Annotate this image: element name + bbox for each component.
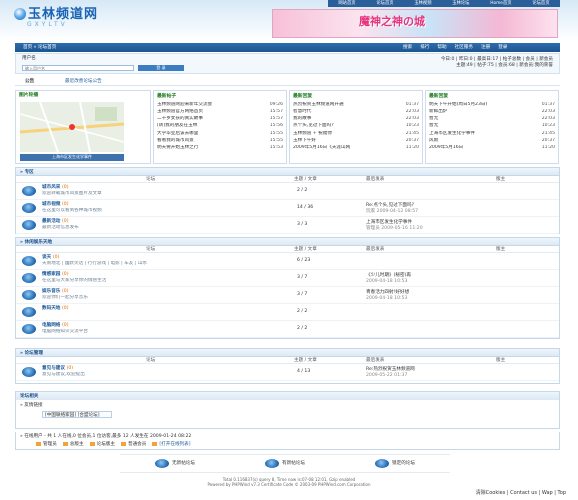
topnav-item[interactable]: 论坛首页 [532,1,549,6]
list-item[interactable]: 看看我的城市风景 15:55 [157,138,283,145]
forum-row: 城市风采 (0) 欢迎转载城市风景图片及文章 2 / 2 [16,183,559,200]
list-item[interactable]: 大学毕业后该去哪里 15:55 [157,131,283,138]
list-item[interactable]: 明天下午开始(周日5月23日) 01:37 [429,102,555,109]
map-image[interactable] [20,102,124,152]
links-section: 论坛相关 » 友情链接 [中国联络家园] [合盟论坛] [15,391,560,429]
nav-rank[interactable]: 排行 [420,45,429,51]
notice-bar: 公告 最近改善论坛公告 [15,76,560,86]
nav-login[interactable]: 登录 [498,45,507,51]
list-item[interactable]: 热烈祝贺玉林频道网开通 01:37 [293,102,419,109]
login-bar: 用户名 登 录 今日:0 | 昨日:0 | 最高日:17 | 帖子总数 | 会员… [15,53,560,74]
list-item[interactable]: 玉林下午好 20:37 [293,138,419,145]
username-input[interactable] [22,65,134,71]
list-item[interactable]: 上海市区发生化学事件 21:45 [429,131,555,138]
forum-row: 意见与建议 (0) 意见与建议,欢迎提出 4 / 13 Re:热烈祝贺玉林频道网 200… [16,364,559,381]
forum-row: 娱乐音乐 (0) 欢迎你们一起分享音乐 3 / 7 青春活力四射!好好想 2009-04… [16,287,559,304]
list-item[interactable]: [转]我的朋友在玉林 15:56 [157,123,283,130]
topnav-item[interactable]: 玉林视频 [414,1,431,6]
list-item[interactable]: 明天要开始玉林之行 15:53 [157,145,283,152]
list-item[interactable]: 2009年5月16日 11:20 [429,145,555,152]
topnav-item[interactable]: Home首页 [490,1,511,6]
nav-service[interactable]: 社区服务 [455,45,473,51]
list-item[interactable]: 暂无 10:23 [429,123,555,130]
forum-section-leisure: » 休闲娱乐天地 论坛 主题 / 文章 最后发表 版主 谈天 (0) 天南地北 | 幽默… [15,237,560,339]
top-nav: 网站首页 论坛首页 玉林视频 玉林论坛 Home首页 论坛首页 [328,0,560,7]
topnav-item[interactable]: 网站首页 [338,1,355,6]
forum-row: 电脑网络 (0) 电脑网络知识交流平台 2 / 2 [16,321,559,338]
forum-icon [22,307,36,317]
friend-links[interactable]: [中国联络家园] [合盟论坛] [42,411,112,418]
list-item[interactable]: 智慧时代 22:03 [293,109,419,116]
forum-icon [22,256,36,266]
latest-topics: 最新帖子 玉林频道网迎来新年交流会 09:26 玉林频道官方网络首页 15:57 二… [153,90,287,164]
forum-row: 城市视频 (0) 在这里可以看到各种城市视频 14 / 36 Re:点个头,见过下面吗… [16,200,559,217]
copyright: Total 0.116837(s) query 8, Time now is:0… [207,477,371,488]
user-legend: 管理员 总版主 论坛版主 普通会员 [打开在线列表] [36,442,191,448]
main-nav: 首页 » 论坛首页 搜索 排行 帮助 社区服务 注册 登录 [15,43,560,52]
username-label: 用户名 [22,56,36,61]
globe-icon [14,8,26,20]
forum-icon [22,203,36,213]
new-posts-icon [265,459,279,468]
nav-search[interactable]: 搜索 [403,45,412,51]
forum-icon [22,220,36,230]
latest-replies: 最新回复 热烈祝贺玉林频道网开通 01:37 智慧时代 22:03 我的故事 22:0… [289,90,423,164]
hot-topics: 最新回复 明天下午开始(周日5月23日) 01:37 新鲜出炉 22:03 暂无 22… [425,90,559,164]
bottom-links[interactable]: 清除Cookies | Contact us | Wap | Top [476,490,566,496]
online-users: » 在线用户 - 共 1 人在线,0 位会员,1 位访客,最多 12 人发生在 … [15,432,560,450]
list-item[interactable]: 风雨 20:37 [429,138,555,145]
login-button[interactable]: 登 录 [138,65,184,71]
forum-stats: 今日:0 | 昨日:0 | 最高日:17 | 帖子总数 | 会员 | 新会员 主题… [440,57,553,69]
forum-section-admin: » 论坛管理 论坛 主题 / 文章 最后发表 版主 意见与建议 (0) 意见与建议,欢迎… [15,348,560,384]
forum-row: 最新活动 (0) 最新活动信息发布 3 / 3 上海市区发生化学事件 管理员 2009-… [16,217,559,234]
list-item[interactable]: 点个头,见过下面吗? 10:23 [293,123,419,130]
list-item[interactable]: 暂无 22:03 [429,116,555,123]
topnav-item[interactable]: 玉林论坛 [452,1,469,6]
list-item[interactable]: 二十岁女孩的真实故事 15:57 [157,116,283,123]
no-new-posts-icon [155,459,169,468]
forum-legend: 无新帖论坛 有新帖论坛 锁定的论坛 [120,454,450,473]
forum-icon [22,186,36,196]
list-item[interactable]: 玉林频道网迎来新年交流会 09:26 [157,102,283,109]
map-caption: 上海市区发生化学事件 [20,154,124,161]
forum-icon [22,324,36,334]
topnav-item[interactable]: 论坛首页 [376,1,393,6]
nav-help[interactable]: 帮助 [437,45,446,51]
picture-box: 图片轮播 上海市区发生化学事件 [15,90,151,164]
notice-link[interactable]: 最近改善论坛公告 [65,79,102,85]
forum-row: 谈天 (0) 天南地北 | 幽默笑话 | 行行游戏 | 电影 | 车友 | 山水 6… [16,253,559,270]
list-item[interactable]: 玉林频道官方网络首页 15:57 [157,109,283,116]
nav-register[interactable]: 注册 [481,45,490,51]
forum-icon [22,367,36,377]
forum-icon [22,273,36,283]
list-item[interactable]: 玉林频道 + 祝福你 21:45 [293,131,419,138]
list-item[interactable]: 新鲜出炉 22:03 [429,109,555,116]
banner-ad[interactable]: 魔神之神の城 [272,9,558,38]
locked-forum-icon [375,459,389,468]
breadcrumb[interactable]: 首页 » 论坛首页 [23,45,56,51]
forum-row: 情感家园 (0) 在这里与大家分享你的情感生活 3 / 7 《少儿时期》(秘密)再 20… [16,270,559,287]
forum-row: 数码天地 (0) 2 / 2 [16,304,559,321]
forum-section-zone: » 专区 论坛 主题 / 文章 最后发表 版主 城市风采 (0) 欢迎转载城市风景图片及… [15,167,560,234]
list-item[interactable]: 2009年5月16日《天涯山网 11:20 [293,145,419,152]
list-item[interactable]: 我的故事 22:03 [293,116,419,123]
site-logo[interactable]: 玉林频道网 GXYLTV [14,7,98,28]
forum-icon [22,290,36,300]
